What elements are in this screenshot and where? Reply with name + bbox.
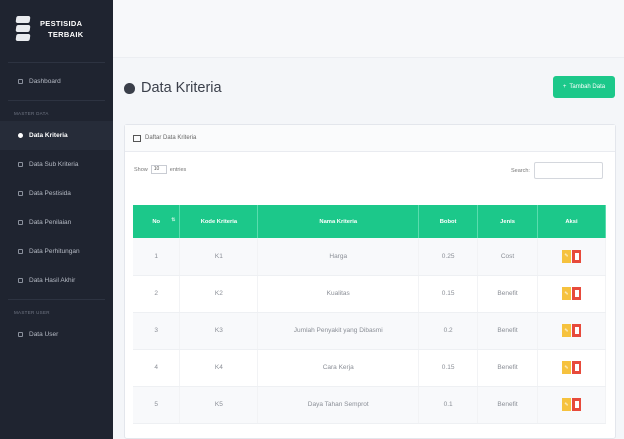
sidebar-item-label: Dashboard bbox=[29, 78, 61, 85]
brand-title: PESTISIDA TERBAIK bbox=[40, 19, 84, 39]
column-header-aksi: Aksi bbox=[537, 205, 606, 238]
sidebar-item-label: Data User bbox=[29, 331, 59, 338]
show-entries: Show 10 entries bbox=[134, 165, 187, 174]
table-row: 2 K2 Kualitas 0.15 Benefit ✎ bbox=[133, 275, 606, 313]
sidebar-item-label: Data Pestisida bbox=[29, 190, 71, 197]
sidebar: PESTISIDA TERBAIK Dashboard MASTER DATA … bbox=[0, 0, 113, 439]
delete-button[interactable] bbox=[572, 324, 581, 337]
sidebar-heading-master-user: MASTER USER bbox=[14, 309, 50, 315]
sidebar-item-data-perhitungan[interactable]: Data Perhitungan bbox=[0, 237, 113, 266]
delete-button[interactable] bbox=[572, 398, 581, 411]
trash-icon bbox=[574, 290, 579, 297]
delete-button[interactable] bbox=[572, 249, 581, 263]
cube-icon bbox=[124, 82, 135, 94]
sidebar-item-label: Data Penilaian bbox=[29, 219, 72, 226]
database-icon bbox=[15, 16, 31, 42]
table-row: 1 K1 Harga 0.25 Cost ✎ bbox=[133, 238, 606, 276]
dashboard-icon bbox=[18, 79, 23, 84]
edit-icon bbox=[18, 220, 23, 225]
chart-icon bbox=[18, 278, 23, 283]
search-input[interactable] bbox=[533, 162, 603, 179]
table-row: 3 K3 Jumlah Penyakit yang Dibasmi 0.2 Be… bbox=[133, 312, 606, 350]
sidebar-item-data-hasil-akhir[interactable]: Data Hasil Akhir bbox=[0, 266, 113, 295]
sidebar-item-label: Data Perhitungan bbox=[29, 248, 80, 255]
search: Search: bbox=[511, 162, 603, 179]
plus-icon: + bbox=[562, 84, 567, 90]
delete-button[interactable] bbox=[572, 361, 581, 374]
cube-icon bbox=[18, 133, 23, 138]
sidebar-item-label: Data Kriteria bbox=[29, 132, 68, 139]
sidebar-item-data-kriteria[interactable]: Data Kriteria bbox=[0, 121, 113, 150]
trash-icon bbox=[574, 327, 579, 334]
edit-button[interactable]: ✎ bbox=[562, 361, 571, 374]
sidebar-heading-master-data: MASTER DATA bbox=[14, 110, 49, 116]
entries-select[interactable]: 10 bbox=[150, 165, 167, 174]
table-controls: Show 10 entries Search: bbox=[125, 152, 615, 190]
user-icon bbox=[18, 332, 23, 337]
column-header-jenis[interactable]: Jenis bbox=[477, 205, 539, 238]
topbar bbox=[113, 0, 624, 58]
edit-button[interactable]: ✎ bbox=[562, 398, 571, 411]
table-icon bbox=[133, 134, 141, 142]
trash-icon bbox=[574, 364, 579, 371]
card-header: Daftar Data Kriteria bbox=[125, 125, 615, 152]
delete-button[interactable] bbox=[572, 287, 581, 300]
table-row: 5 K5 Daya Tahan Semprot 0.1 Benefit ✎ bbox=[133, 386, 606, 424]
sidebar-divider bbox=[8, 62, 105, 63]
table-header-row: No ⇅ Kode Kriteria Nama Kriteria Bobot Je… bbox=[133, 205, 606, 238]
sidebar-item-data-user[interactable]: Data User bbox=[0, 320, 113, 349]
sidebar-divider bbox=[8, 100, 105, 101]
sidebar-item-data-penilaian[interactable]: Data Penilaian bbox=[0, 208, 113, 237]
sidebar-item-label: Data Sub Kriteria bbox=[29, 161, 79, 168]
sort-icon: ⇅ bbox=[171, 217, 176, 223]
page-title: Data Kriteria bbox=[124, 80, 222, 96]
trash-icon bbox=[574, 252, 579, 260]
column-header-kode[interactable]: Kode Kriteria bbox=[179, 205, 259, 238]
add-data-button[interactable]: + Tambah Data bbox=[553, 76, 615, 98]
column-header-nama[interactable]: Nama Kriteria bbox=[257, 205, 420, 238]
trash-icon bbox=[574, 401, 579, 408]
sidebar-item-data-sub-kriteria[interactable]: Data Sub Kriteria bbox=[0, 150, 113, 179]
sidebar-item-label: Data Hasil Akhir bbox=[29, 277, 76, 284]
edit-button[interactable]: ✎ bbox=[562, 249, 571, 263]
column-header-bobot[interactable]: Bobot bbox=[418, 205, 479, 238]
criteria-table: No ⇅ Kode Kriteria Nama Kriteria Bobot Je… bbox=[133, 205, 606, 424]
table-row: 4 K4 Cara Kerja 0.15 Benefit ✎ bbox=[133, 349, 606, 387]
sidebar-item-data-pestisida[interactable]: Data Pestisida bbox=[0, 179, 113, 208]
sidebar-item-dashboard[interactable]: Dashboard bbox=[0, 67, 113, 96]
edit-button[interactable]: ✎ bbox=[562, 287, 571, 300]
brand[interactable]: PESTISIDA TERBAIK bbox=[0, 0, 113, 58]
cubes-icon bbox=[18, 162, 23, 167]
column-header-no[interactable]: No ⇅ bbox=[133, 205, 181, 238]
sidebar-divider bbox=[8, 299, 105, 300]
calculator-icon bbox=[18, 249, 23, 254]
users-icon bbox=[18, 191, 23, 196]
edit-button[interactable]: ✎ bbox=[562, 324, 571, 337]
